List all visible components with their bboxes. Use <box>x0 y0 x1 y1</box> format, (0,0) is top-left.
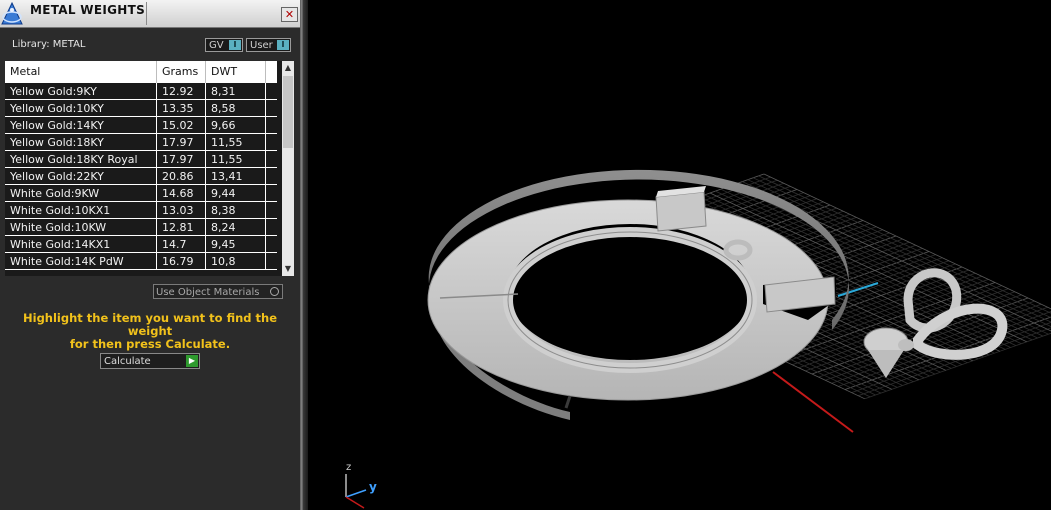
metal-name-cell: White Gold:14K PdW <box>5 253 157 269</box>
table-body: Yellow Gold:9KY 12.92 8,31 Yellow Gold:10KY… <box>5 83 277 276</box>
close-button[interactable]: ✕ <box>281 7 298 22</box>
grams-cell: 14.7 <box>157 236 206 252</box>
table-row[interactable]: White Gold:9KW 14.68 9,44 <box>5 185 277 202</box>
dwt-cell: 8,31 <box>206 83 266 99</box>
radio-unchecked-icon[interactable] <box>270 287 279 296</box>
dwt-cell: 11,55 <box>206 151 266 167</box>
grams-cell: 17.97 <box>157 134 206 150</box>
table-row[interactable]: Yellow Gold:14KY 15.02 9,66 <box>5 117 277 134</box>
calculate-label: Calculate <box>104 356 151 367</box>
axis-y-label: y <box>369 480 377 494</box>
column-header-metal[interactable]: Metal <box>5 61 157 83</box>
table-row[interactable]: White Gold:10KW 12.81 8,24 <box>5 219 277 236</box>
metal-weights-table: Metal Grams DWT Yellow Gold:9KY 12.92 8,31… <box>5 61 294 276</box>
table-row[interactable]: Yellow Gold:22KY 20.86 13,41 <box>5 168 277 185</box>
metal-name-cell: Yellow Gold:18KY Royal <box>5 151 157 167</box>
dwt-cell: 11,55 <box>206 134 266 150</box>
metal-weights-panel: METAL WEIGHTS ✕ Library: METAL GV I User… <box>0 0 300 510</box>
3d-viewport[interactable]: z y <box>308 0 1051 510</box>
use-object-materials-option[interactable]: Use Object Materials <box>153 284 283 299</box>
metal-name-cell: White Gold:10KW <box>5 219 157 235</box>
dwt-cell: 9,44 <box>206 185 266 201</box>
grams-cell: 20.86 <box>157 168 206 184</box>
metal-name-cell: Yellow Gold:22KY <box>5 168 157 184</box>
metal-name-cell: White Gold:9KW <box>5 185 157 201</box>
grams-cell: 13.35 <box>157 100 206 116</box>
dwt-cell: 8,38 <box>206 202 266 218</box>
column-header-dwt[interactable]: DWT <box>206 61 266 83</box>
title-bar: METAL WEIGHTS ✕ <box>0 0 300 28</box>
calculate-button[interactable]: Calculate ▶ <box>100 353 200 369</box>
use-object-materials-label: Use Object Materials <box>156 287 260 298</box>
title-divider <box>146 2 147 25</box>
metal-name-cell: Yellow Gold:9KY <box>5 83 157 99</box>
checkbox-checked-icon: I <box>277 40 289 50</box>
table-row[interactable]: White Gold:14K PdW 16.79 10,8 <box>5 253 277 270</box>
panel-splitter[interactable] <box>300 0 308 510</box>
metal-name-cell: Yellow Gold:14KY <box>5 117 157 133</box>
grams-cell: 12.92 <box>157 83 206 99</box>
window-title: METAL WEIGHTS <box>30 3 146 17</box>
column-header-grams[interactable]: Grams <box>157 61 206 83</box>
table-row[interactable]: White Gold:14KX1 14.7 9,45 <box>5 236 277 253</box>
grams-cell: 17.97 <box>157 151 206 167</box>
grams-cell: 15.02 <box>157 117 206 133</box>
instruction-text: Highlight the item you want to find the … <box>10 312 290 351</box>
dwt-cell: 13,41 <box>206 168 266 184</box>
grams-cell: 13.03 <box>157 202 206 218</box>
metal-name-cell: White Gold:14KX1 <box>5 236 157 252</box>
scroll-down-arrow-icon[interactable]: ▼ <box>282 262 294 276</box>
dwt-cell: 8,24 <box>206 219 266 235</box>
scroll-up-arrow-icon[interactable]: ▲ <box>282 61 294 75</box>
user-library-toggle[interactable]: User I <box>246 38 291 52</box>
table-scrollbar[interactable]: ▲ ▼ <box>282 61 294 276</box>
dwt-cell: 10,8 <box>206 253 266 269</box>
dwt-cell: 8,58 <box>206 100 266 116</box>
metal-name-cell: Yellow Gold:18KY <box>5 134 157 150</box>
grams-cell: 14.68 <box>157 185 206 201</box>
axis-gizmo-icon <box>345 474 367 509</box>
user-toggle-label: User <box>250 40 273 51</box>
viewport-scene <box>345 169 1051 509</box>
table-header: Metal Grams DWT <box>5 61 277 83</box>
axis-z-label: z <box>346 462 352 473</box>
grams-cell: 16.79 <box>157 253 206 269</box>
dwt-cell: 9,45 <box>206 236 266 252</box>
table-row[interactable]: Yellow Gold:18KY Royal 17.97 11,55 <box>5 151 277 168</box>
dwt-cell: 9,66 <box>206 117 266 133</box>
app-logo-icon <box>0 0 24 27</box>
table-row[interactable]: Yellow Gold:18KY 17.97 11,55 <box>5 134 277 151</box>
grams-cell: 12.81 <box>157 219 206 235</box>
x-axis-line <box>772 371 854 433</box>
gv-library-toggle[interactable]: GV I <box>205 38 243 52</box>
table-row[interactable]: Yellow Gold:10KY 13.35 8,58 <box>5 100 277 117</box>
play-arrow-icon: ▶ <box>186 355 198 367</box>
metal-name-cell: White Gold:10KX1 <box>5 202 157 218</box>
gv-toggle-label: GV <box>209 40 224 51</box>
checkbox-checked-icon: I <box>229 40 241 50</box>
instruction-line-1: Highlight the item you want to find the … <box>23 311 277 338</box>
instruction-line-2: for then press Calculate. <box>69 337 231 351</box>
table-row[interactable]: White Gold:10KX1 13.03 8,38 <box>5 202 277 219</box>
table-row[interactable]: Yellow Gold:9KY 12.92 8,31 <box>5 83 277 100</box>
metal-name-cell: Yellow Gold:10KY <box>5 100 157 116</box>
library-label: Library: METAL <box>12 39 86 50</box>
scrollbar-thumb[interactable] <box>283 76 293 148</box>
